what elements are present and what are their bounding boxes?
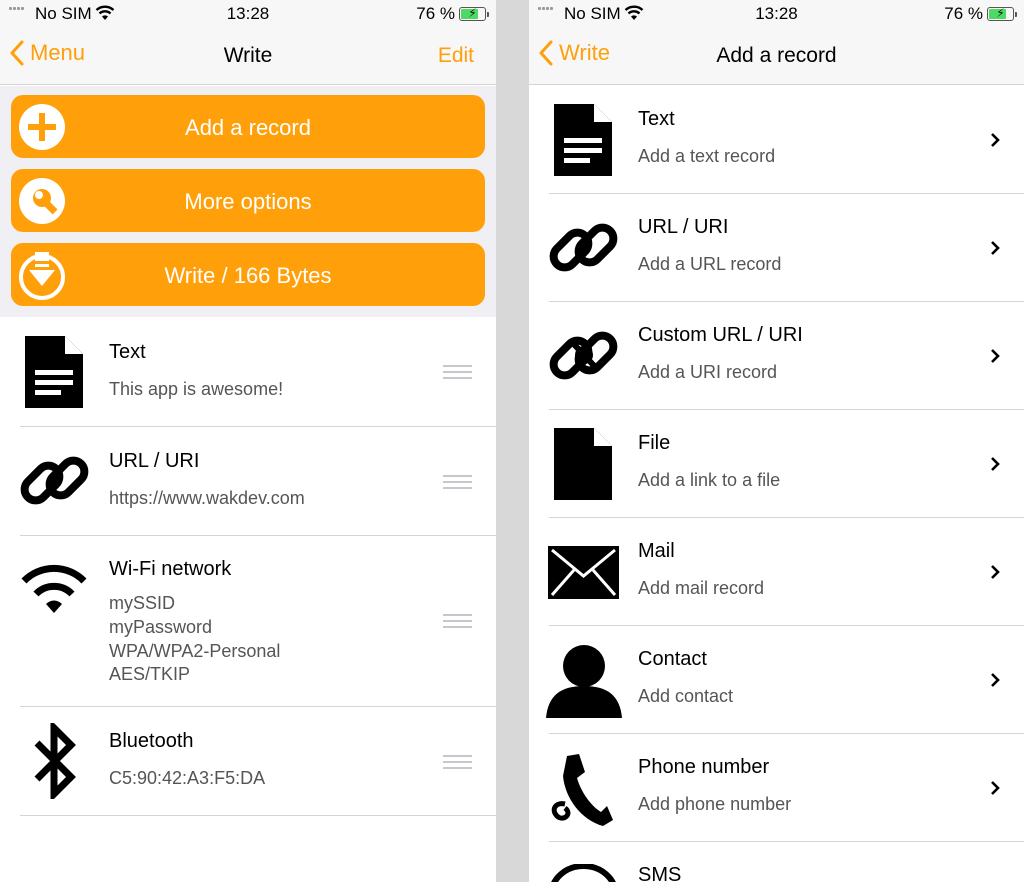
record-row-wifi[interactable]: Wi-Fi network mySSID myPassword WPA/WPA2… (0, 536, 496, 707)
action-buttons: Add a record More options Write / 166 By… (0, 86, 496, 317)
chevron-right-icon (991, 457, 1000, 471)
type-title: Mail (638, 540, 675, 562)
add-record-label: Add a record (185, 115, 311, 140)
record-value-auth: WPA/WPA2-Personal (109, 641, 281, 661)
status-bar: No SIM 13:28 76 % ⚡ (0, 0, 496, 28)
chevron-right-icon (991, 349, 1000, 363)
add-record-screen: No SIM 13:28 76 % ⚡ Write Add a record T… (529, 0, 1024, 882)
type-subtitle: Add a link to a file (638, 470, 781, 490)
chevron-right-icon (991, 673, 1000, 687)
navigation-bar: Menu Write Edit (0, 28, 496, 85)
reorder-handle[interactable] (443, 755, 472, 773)
record-value: https://www.wakdev.com (109, 488, 305, 508)
type-subtitle: Add a URI record (638, 362, 778, 382)
reorder-handle[interactable] (443, 365, 472, 383)
write-label: Write / 166 Bytes (164, 263, 332, 288)
type-title: URL / URI (638, 216, 729, 238)
contact-icon (546, 645, 622, 718)
record-title: Text (109, 341, 146, 363)
record-type-custom-url[interactable]: Custom URL / URI Add a URI record (529, 302, 1024, 410)
type-title: Custom URL / URI (638, 324, 803, 346)
bluetooth-icon (34, 723, 76, 799)
record-row-bluetooth[interactable]: Bluetooth C5:90:42:A3:F5:DA (0, 707, 496, 816)
record-title: Bluetooth (109, 730, 194, 752)
document-icon (25, 336, 83, 408)
custom-link-icon (549, 331, 618, 380)
chevron-right-icon (991, 241, 1000, 255)
record-type-contact[interactable]: Contact Add contact (529, 626, 1024, 734)
record-type-phone[interactable]: Phone number Add phone number (529, 734, 1024, 842)
page-title: Write (223, 44, 273, 67)
type-title: File (638, 432, 671, 454)
more-options-button[interactable]: More options (11, 169, 485, 232)
wifi-icon (21, 564, 87, 613)
record-row-text[interactable]: Text This app is awesome! (0, 317, 496, 427)
status-bar: No SIM 13:28 76 % ⚡ (529, 0, 1024, 28)
record-row-url[interactable]: URL / URI https://www.wakdev.com (0, 427, 496, 536)
record-title: Wi-Fi network (109, 558, 232, 580)
link-icon (549, 223, 618, 272)
record-value: C5:90:42:A3:F5:DA (109, 768, 266, 788)
record-type-mail[interactable]: Mail Add mail record (529, 518, 1024, 626)
write-button[interactable]: Write / 166 Bytes (11, 243, 485, 306)
reorder-handle[interactable] (443, 614, 472, 632)
battery-icon: ⚡ (987, 6, 1017, 21)
mail-icon (548, 546, 619, 599)
phone-icon (551, 754, 613, 826)
type-subtitle: Add contact (638, 686, 734, 706)
type-title: Contact (638, 648, 707, 670)
record-value-password: myPassword (109, 617, 213, 637)
link-icon (20, 456, 89, 505)
record-type-file[interactable]: File Add a link to a file (529, 410, 1024, 518)
reorder-handle[interactable] (443, 475, 472, 493)
document-icon (554, 104, 612, 176)
page-title: Add a record (716, 44, 837, 67)
type-subtitle: Add a URL record (638, 254, 782, 274)
type-subtitle: Add mail record (638, 578, 765, 598)
record-value: This app is awesome! (109, 379, 284, 399)
add-record-button[interactable]: Add a record (11, 95, 485, 158)
more-options-label: More options (184, 189, 312, 214)
sms-icon (551, 864, 616, 882)
edit-button[interactable]: Edit (438, 44, 474, 68)
record-value-ssid: mySSID (109, 593, 176, 613)
battery-percent: 76 % (416, 4, 455, 23)
chevron-right-icon (991, 565, 1000, 579)
type-title: SMS (638, 864, 682, 882)
type-title: Text (638, 108, 675, 130)
record-value-encryption: AES/TKIP (109, 664, 191, 684)
type-title: Phone number (638, 756, 770, 778)
write-screen: No SIM 13:28 76 % ⚡ Menu Write Edit Add … (0, 0, 496, 882)
battery-icon: ⚡ (459, 6, 489, 21)
record-type-sms[interactable]: SMS (529, 842, 1024, 882)
record-type-url[interactable]: URL / URI Add a URL record (529, 194, 1024, 302)
type-subtitle: Add a text record (638, 146, 776, 166)
chevron-right-icon (991, 133, 1000, 147)
record-title: URL / URI (109, 450, 200, 472)
navigation-bar: Write Add a record (529, 28, 1024, 85)
file-icon (554, 428, 612, 500)
battery-percent: 76 % (944, 4, 983, 23)
record-type-text[interactable]: Text Add a text record (529, 86, 1024, 194)
chevron-right-icon (991, 781, 1000, 795)
type-subtitle: Add phone number (638, 794, 792, 814)
